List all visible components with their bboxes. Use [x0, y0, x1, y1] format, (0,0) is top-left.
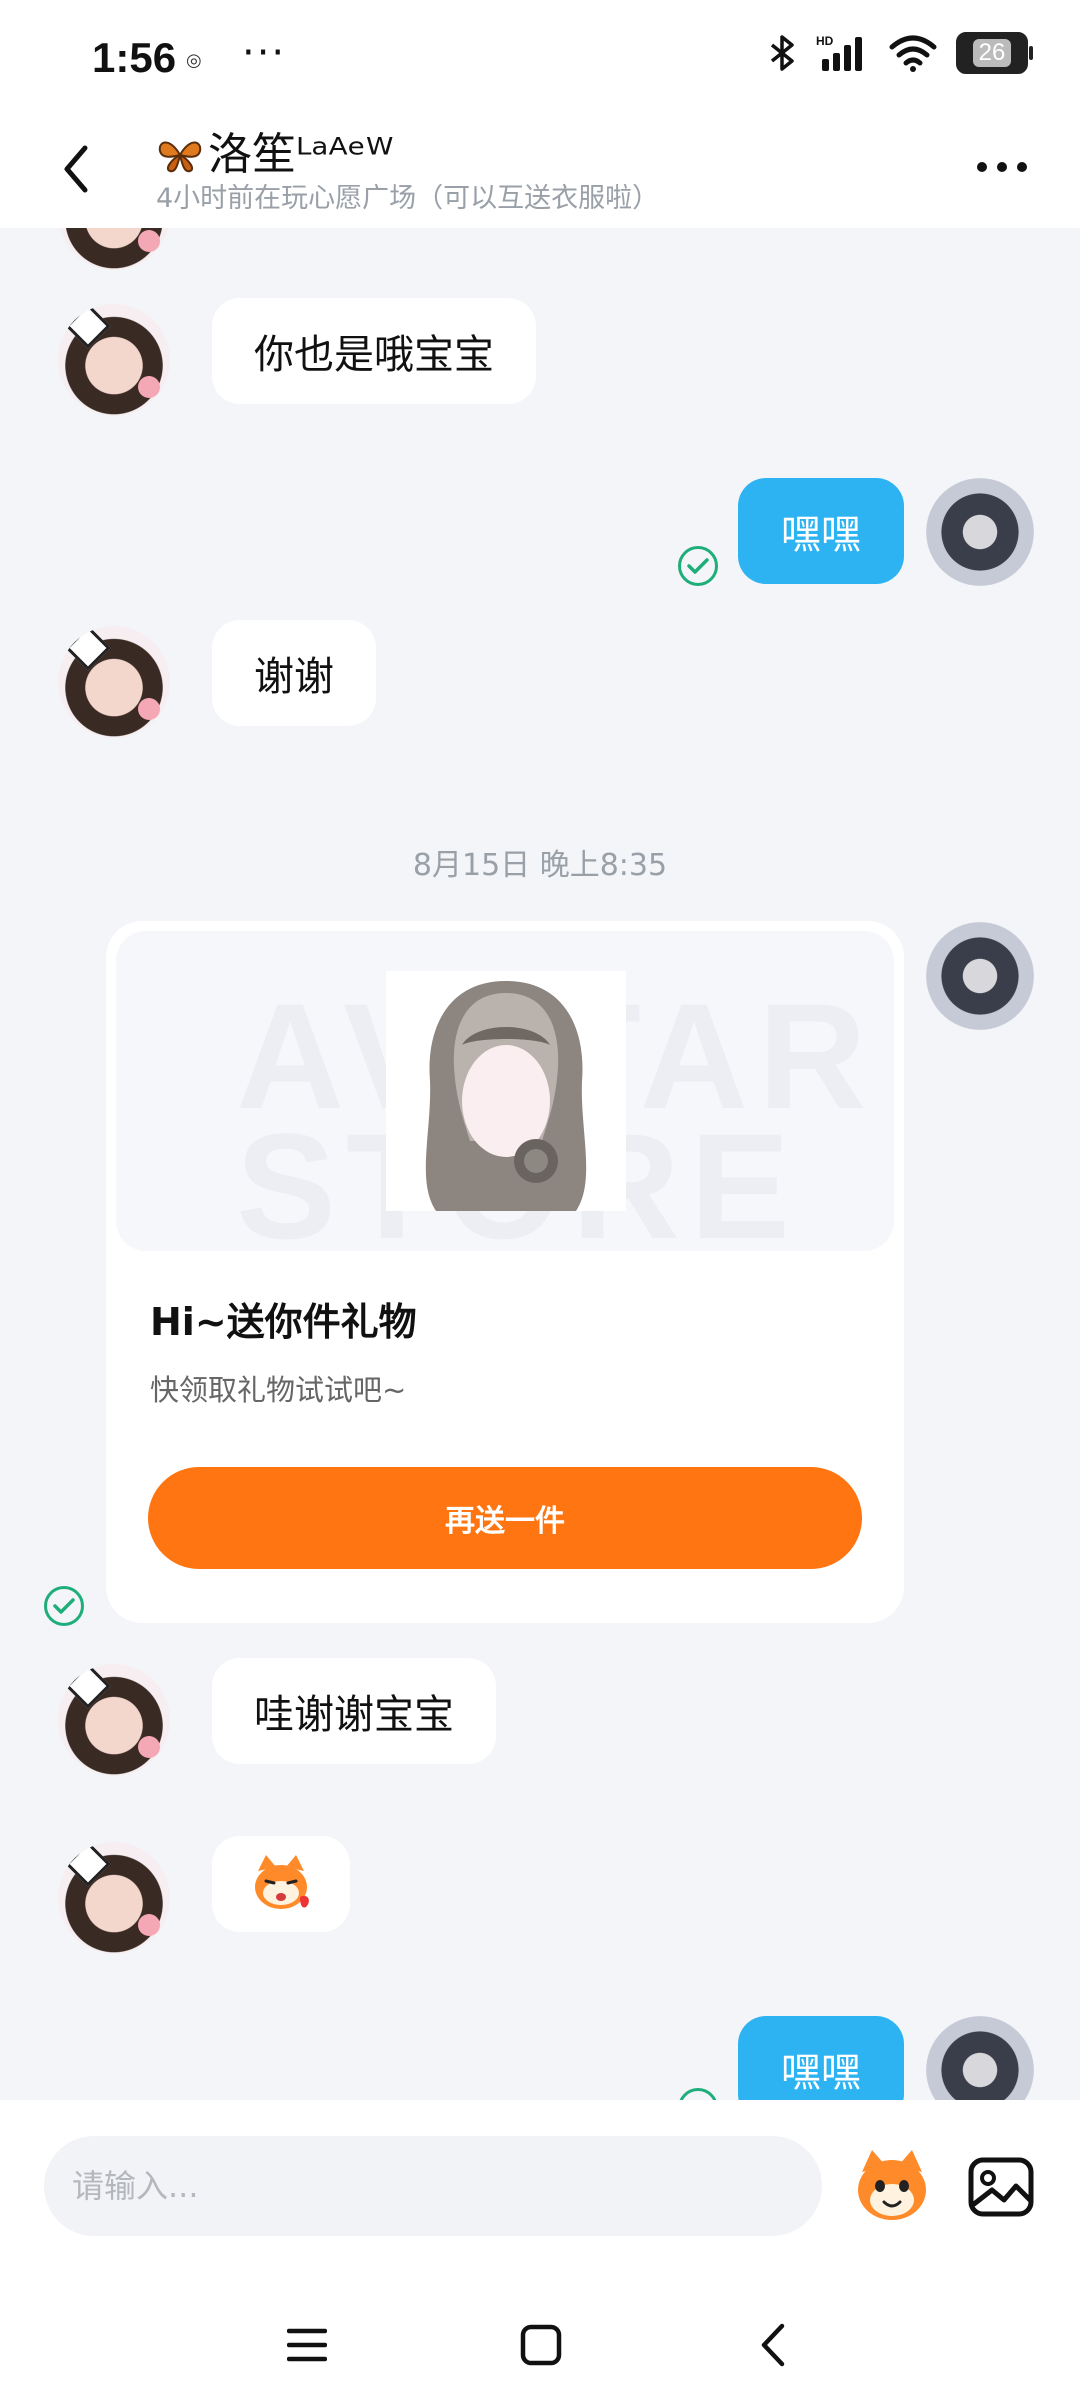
read-check-icon: [44, 1586, 84, 1626]
my-avatar[interactable]: [926, 922, 1034, 1030]
status-time: 1:56: [92, 34, 177, 81]
square-icon: [520, 2324, 562, 2366]
wifi-icon: [889, 35, 937, 72]
sticker-message[interactable]: [212, 1836, 350, 1932]
status-bar: 1:56 ◎ ··· HD 26: [0, 0, 1080, 110]
read-check-icon: [678, 2088, 718, 2100]
cat-emoji-icon: [858, 2150, 926, 2220]
nav-menu-button[interactable]: [272, 2310, 342, 2380]
my-avatar[interactable]: [926, 478, 1034, 586]
contact-avatar[interactable]: [58, 304, 170, 416]
bluetooth-icon: [770, 35, 794, 71]
message-bubble[interactable]: 哇谢谢宝宝: [212, 1658, 496, 1764]
gift-hair-image: [386, 971, 626, 1211]
svg-text:HD: HD: [816, 34, 834, 48]
menu-icon: [287, 2328, 327, 2362]
gift-subtitle: 快领取礼物试试吧~: [150, 1373, 407, 1407]
message-bubble[interactable]: 谢谢: [212, 620, 376, 726]
read-check-icon: [678, 546, 718, 586]
message-bubble[interactable]: 嘿嘿: [738, 478, 904, 584]
back-button[interactable]: [46, 134, 106, 204]
contact-status: 4小时前在玩心愿广场（可以互送衣服啦）: [156, 183, 660, 214]
nav-home-button[interactable]: [506, 2310, 576, 2380]
my-avatar[interactable]: [926, 2016, 1034, 2100]
emoji-button[interactable]: [852, 2146, 932, 2226]
butterfly-icon: [158, 141, 202, 173]
battery-level: 26: [972, 39, 1012, 67]
gift-banner: AVATAR STORE: [116, 931, 894, 1251]
notification-icon: ◎: [186, 50, 202, 71]
nav-back-button[interactable]: [738, 2310, 808, 2380]
send-again-button[interactable]: 再送一件: [148, 1467, 862, 1569]
gift-title: Hi~送你件礼物: [150, 1300, 417, 1344]
contact-avatar[interactable]: [58, 228, 170, 270]
message-bubble[interactable]: 你也是哦宝宝: [212, 298, 536, 404]
input-bar: [0, 2100, 1080, 2400]
cat-sticker-icon: [255, 1855, 309, 1909]
image-button[interactable]: [966, 2152, 1036, 2222]
contact-avatar[interactable]: [58, 1664, 170, 1776]
message-input[interactable]: [44, 2136, 822, 2236]
contact-name: 洛笙ᴸᵃᴬᵉᵂ: [208, 129, 394, 180]
message-bubble[interactable]: 嘿嘿: [738, 2016, 904, 2100]
chat-area[interactable]: 你也是哦宝宝 嘿嘿 谢谢 8月15日 晚上8:35 AVATAR STORE: [0, 228, 1080, 2100]
more-button[interactable]: [972, 142, 1032, 192]
status-icons: HD 26: [766, 32, 1033, 74]
gift-card[interactable]: AVATAR STORE Hi~送你件礼物 快领取礼物试试吧~ 再送一件: [106, 921, 904, 1623]
contact-avatar[interactable]: [58, 1842, 170, 1954]
status-more-icon: ···: [242, 30, 287, 76]
signal-icon: HD: [816, 34, 862, 71]
chevron-left-icon: [64, 145, 88, 193]
chat-header: 洛笙ᴸᵃᴬᵉᵂ 4小时前在玩心愿广场（可以互送衣服啦）: [0, 110, 1080, 228]
contact-name-row[interactable]: 洛笙ᴸᵃᴬᵉᵂ: [156, 118, 393, 182]
more-horizontal-icon: [977, 162, 1027, 172]
contact-avatar[interactable]: [58, 626, 170, 738]
battery-icon: 26: [956, 32, 1033, 74]
chevron-left-icon: [761, 2323, 785, 2367]
message-timestamp: 8月15日 晚上8:35: [412, 848, 668, 883]
image-icon: [968, 2157, 1034, 2217]
